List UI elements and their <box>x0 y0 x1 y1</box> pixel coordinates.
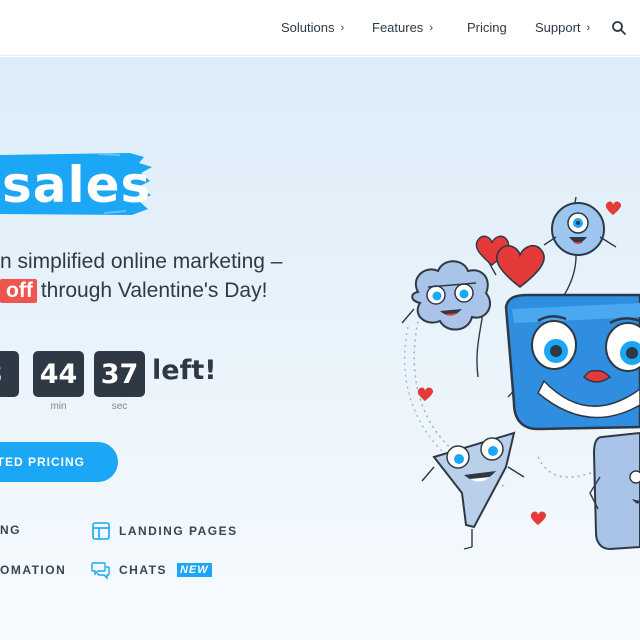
top-navigation: Solutions › Features › Pricing Support › <box>0 0 640 56</box>
countdown-hours-unit: s <box>0 401 19 412</box>
chevron-right-icon: › <box>429 21 433 34</box>
feature-email-label: NG <box>0 523 21 537</box>
nav-pricing-label: Pricing <box>467 20 507 35</box>
cta-pricing-button[interactable]: TED PRICING <box>0 442 118 482</box>
subheading-line-1: n simplified online marketing – <box>0 250 283 273</box>
chevron-right-icon: › <box>340 21 345 34</box>
round-mascot <box>543 202 617 256</box>
chevron-right-icon: › <box>586 21 591 34</box>
nav-solutions-label: Solutions <box>281 20 335 35</box>
cloud-mascot <box>401 260 491 331</box>
chat-bubbles-icon <box>91 562 110 580</box>
search-icon[interactable] <box>611 20 627 36</box>
countdown-minutes-value: 44 <box>33 351 84 397</box>
feature-chats[interactable]: CHATS NEW <box>91 560 212 580</box>
nav-features-label: Features <box>372 20 424 35</box>
new-badge: NEW <box>176 563 212 577</box>
hero-section: sales n simplified online marketing – of… <box>0 57 640 640</box>
feature-landing-pages-label: LANDING PAGES <box>119 524 238 538</box>
feature-landing-pages[interactable]: LANDING PAGES <box>91 521 238 541</box>
countdown-hours-value: 3 <box>0 351 19 397</box>
document-mascot <box>589 431 640 551</box>
feature-chats-label: CHATS <box>119 563 167 577</box>
countdown-minutes-unit: min <box>50 401 67 412</box>
headline-word: sales <box>2 156 152 214</box>
feature-email-marketing[interactable]: NG <box>0 523 21 537</box>
feature-automation[interactable]: OMATION <box>0 563 66 577</box>
layout-icon <box>92 522 110 540</box>
mascot-illustration <box>401 196 640 551</box>
countdown-seconds-value: 37 <box>94 351 145 397</box>
nav-solutions[interactable]: Solutions › <box>281 20 344 35</box>
countdown-suffix: left! <box>152 355 217 386</box>
discount-off-badge: off <box>0 279 37 303</box>
nav-features[interactable]: Features › <box>372 20 433 35</box>
nav-support[interactable]: Support › <box>535 20 590 35</box>
nav-support-label: Support <box>535 20 581 35</box>
countdown-seconds-unit: sec <box>111 401 128 412</box>
chatbox-mascot <box>504 293 640 431</box>
subheading-line-2: off through Valentine's Day! <box>0 279 267 303</box>
subheading-line-2-text: through Valentine's Day! <box>40 279 268 302</box>
funnel-mascot <box>421 431 525 550</box>
feature-automation-label: OMATION <box>0 563 67 577</box>
nav-pricing[interactable]: Pricing <box>467 20 507 35</box>
